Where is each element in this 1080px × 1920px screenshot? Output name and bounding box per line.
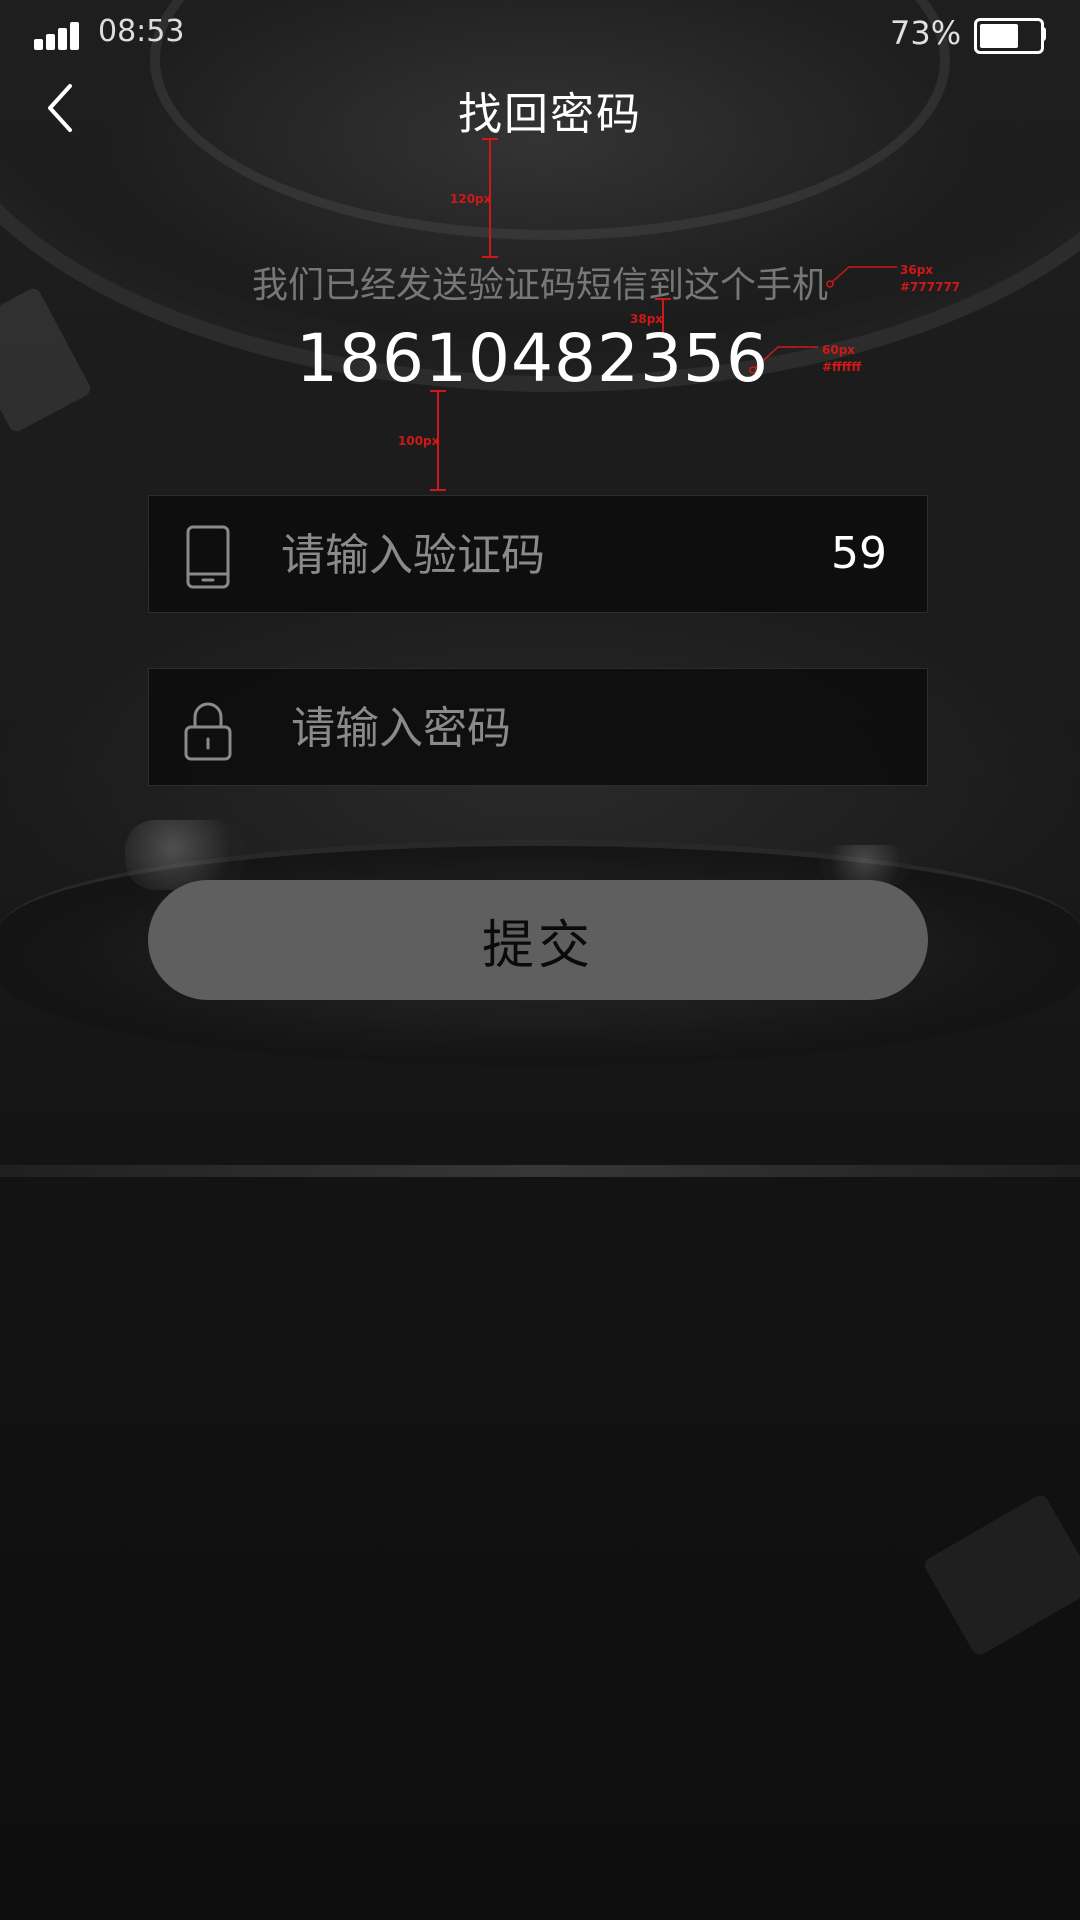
signal-bar bbox=[70, 22, 79, 50]
background-chips bbox=[820, 845, 910, 885]
background-table-rail bbox=[0, 1165, 1080, 1177]
annotation-line bbox=[482, 138, 498, 140]
find-password-screen: 08:53 73% 找回密码 120px 38px 100px 36px #77… bbox=[0, 0, 1080, 1920]
battery-icon bbox=[974, 18, 1044, 54]
battery-cap bbox=[1041, 27, 1046, 41]
verification-code-input[interactable] bbox=[279, 514, 753, 596]
signal-bar bbox=[34, 39, 43, 50]
verification-code-field[interactable]: 59 bbox=[148, 495, 928, 613]
signal-bar bbox=[58, 28, 67, 50]
phone-icon bbox=[186, 525, 230, 589]
battery-level-fill bbox=[980, 24, 1018, 48]
lock-icon bbox=[184, 702, 232, 761]
submit-button[interactable]: 提交 bbox=[148, 880, 928, 1000]
status-time: 08:53 bbox=[98, 14, 185, 49]
annotation-title-gap: 120px bbox=[450, 192, 492, 206]
phone-number: 18610482356 bbox=[296, 320, 769, 397]
background-playing-card bbox=[921, 1492, 1080, 1658]
annotation-line bbox=[430, 489, 446, 491]
resend-countdown: 59 bbox=[831, 528, 887, 579]
signal-icon bbox=[34, 20, 84, 50]
status-bar: 08:53 73% bbox=[0, 0, 1080, 70]
signal-bar bbox=[46, 34, 55, 50]
annotation-phone-gap: 100px bbox=[398, 434, 440, 448]
password-input[interactable] bbox=[289, 687, 763, 769]
battery-percent: 73% bbox=[890, 14, 962, 52]
password-field[interactable] bbox=[148, 668, 928, 786]
page-title: 找回密码 bbox=[458, 89, 642, 140]
sms-sent-message: 我们已经发送验证码短信到这个手机 bbox=[251, 265, 828, 306]
